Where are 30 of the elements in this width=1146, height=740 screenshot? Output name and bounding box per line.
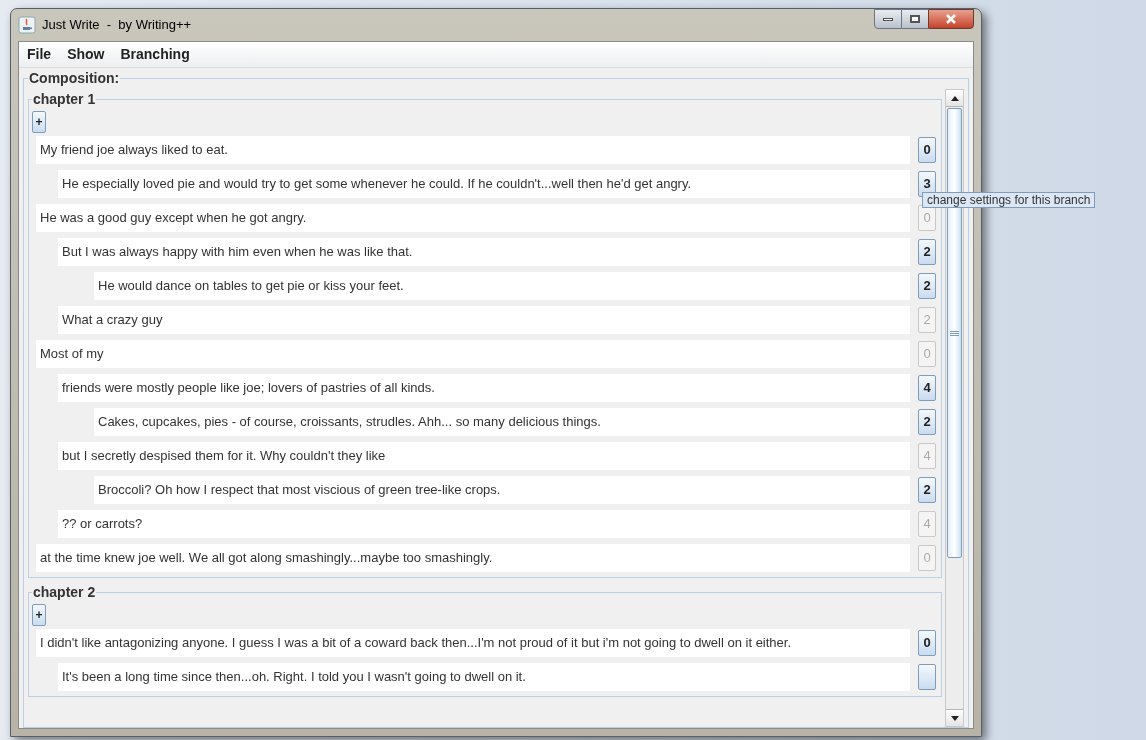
maximize-button[interactable] — [902, 9, 928, 29]
cup-icon — [18, 16, 36, 34]
count-button[interactable]: 2 — [918, 239, 936, 265]
chapter-title: chapter 2 — [32, 583, 97, 602]
menu-item[interactable]: Show — [67, 44, 105, 65]
branch-text[interactable]: Most of my — [36, 344, 104, 364]
branch-text[interactable]: ?? or carrots? — [58, 514, 143, 534]
menu-item[interactable]: Branching — [120, 44, 190, 65]
count-button[interactable]: 2 — [918, 477, 936, 503]
count-button[interactable] — [918, 664, 936, 690]
branch-text[interactable]: What a crazy guy — [58, 310, 163, 330]
count-button[interactable]: 0 — [918, 630, 936, 656]
up-arrow-icon — [950, 95, 959, 101]
count-button[interactable]: 2 — [918, 409, 936, 435]
tooltip: change settings for this branch — [922, 192, 1096, 208]
add-button[interactable]: + — [32, 111, 46, 133]
panel-label: Composition: — [28, 69, 121, 88]
minimize-button[interactable] — [874, 9, 902, 29]
add-button[interactable]: + — [32, 604, 46, 626]
chapter-title: chapter 1 — [32, 90, 97, 109]
count-button[interactable]: 2 — [918, 273, 936, 299]
count-button[interactable]: 0 — [918, 137, 936, 163]
close-button[interactable] — [928, 9, 974, 29]
branch-text[interactable]: My friend joe always liked to eat. — [36, 140, 228, 160]
count-button[interactable]: 4 — [918, 375, 936, 401]
grip-icon — [950, 330, 959, 336]
down-arrow-icon — [950, 715, 959, 721]
window-title: Just Write - by Writing++ — [42, 16, 192, 35]
close-icon — [945, 14, 957, 24]
menu-item[interactable]: File — [27, 44, 52, 65]
